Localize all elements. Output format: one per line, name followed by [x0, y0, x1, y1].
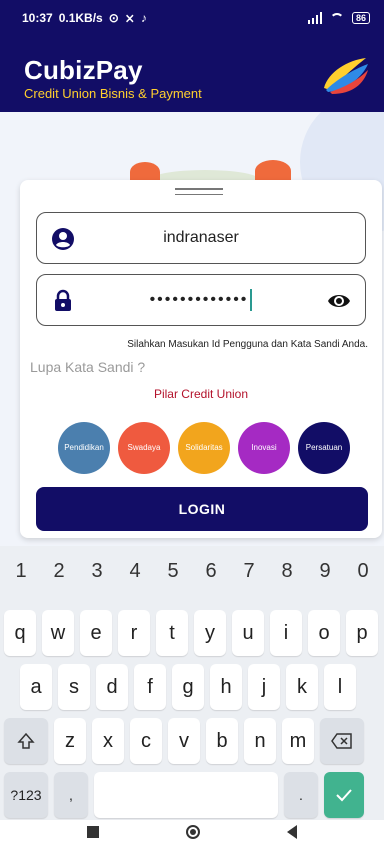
status-speed: 0.1KB/s — [58, 11, 103, 25]
key-h[interactable]: h — [210, 664, 242, 710]
key-p[interactable]: p — [346, 610, 378, 656]
check-icon — [336, 789, 352, 802]
key-0[interactable]: 0 — [347, 560, 379, 583]
username-field[interactable]: indranaser — [36, 212, 366, 264]
pilar-list: Pendidikan Swadaya Solidaritas Inovasi P… — [58, 422, 350, 474]
key-2[interactable]: 2 — [43, 560, 75, 583]
space-key[interactable] — [94, 772, 278, 818]
number-row: 1 2 3 4 5 6 7 8 9 0 — [0, 560, 384, 583]
key-b[interactable]: b — [206, 718, 238, 764]
decorative-shape — [255, 160, 291, 182]
key-9[interactable]: 9 — [309, 560, 341, 583]
shift-icon — [17, 732, 35, 749]
bluetooth-icon: ⨯ — [124, 11, 135, 25]
tiktok-icon: ♪ — [140, 11, 147, 25]
key-x[interactable]: x — [92, 718, 124, 764]
symbols-key[interactable]: ?123 — [4, 772, 48, 818]
key-z[interactable]: z — [54, 718, 86, 764]
pilar-persatuan[interactable]: Persatuan — [298, 422, 350, 474]
keyboard-row-1: q w e r t y u i o p — [0, 610, 384, 656]
cubizpay-logo-icon — [324, 58, 368, 94]
key-w[interactable]: w — [42, 610, 74, 656]
status-bar: 10:37 0.1KB/s ⊙ ⨯ ♪ 86 — [0, 0, 384, 36]
login-card: indranaser ••••••••••••• Silahkan Masuka… — [20, 180, 382, 538]
keyboard-row-2: a s d f g h j k l — [0, 664, 384, 710]
wifi-icon — [329, 13, 344, 23]
key-s[interactable]: s — [58, 664, 90, 710]
key-f[interactable]: f — [134, 664, 166, 710]
key-i[interactable]: i — [270, 610, 302, 656]
system-nav-bar — [0, 820, 384, 844]
key-d[interactable]: d — [96, 664, 128, 710]
drag-handle[interactable] — [175, 188, 223, 196]
key-r[interactable]: r — [118, 610, 150, 656]
user-icon — [52, 228, 74, 250]
key-y[interactable]: y — [194, 610, 226, 656]
battery-icon: 86 — [351, 12, 370, 24]
period-key[interactable]: . — [284, 772, 318, 818]
key-m[interactable]: m — [282, 718, 314, 764]
home-icon[interactable] — [186, 825, 200, 839]
keyboard-row-3: z x c v b n m — [0, 718, 384, 764]
key-c[interactable]: c — [130, 718, 162, 764]
login-hint: Silahkan Masukan Id Pengguna dan Kata Sa… — [127, 339, 368, 350]
login-button[interactable]: LOGIN — [36, 487, 368, 531]
key-1[interactable]: 1 — [5, 560, 37, 583]
app-title: CubizPay — [24, 55, 143, 85]
key-o[interactable]: o — [308, 610, 340, 656]
decorative-shape — [130, 162, 160, 182]
key-3[interactable]: 3 — [81, 560, 113, 583]
pilar-inovasi[interactable]: Inovasi — [238, 422, 290, 474]
comma-key[interactable]: , — [54, 772, 88, 818]
app-subtitle: Credit Union Bisnis & Payment — [24, 86, 202, 101]
key-u[interactable]: u — [232, 610, 264, 656]
key-5[interactable]: 5 — [157, 560, 189, 583]
signal-icon — [307, 12, 322, 24]
text-cursor — [250, 289, 253, 311]
pilar-title: Pilar Credit Union — [153, 387, 249, 401]
keyboard-row-4: ?123 , . — [0, 772, 384, 818]
key-j[interactable]: j — [248, 664, 280, 710]
password-value[interactable]: ••••••••••••• — [37, 289, 365, 311]
key-n[interactable]: n — [244, 718, 276, 764]
shift-key[interactable] — [4, 718, 48, 764]
pilar-pendidikan[interactable]: Pendidikan — [58, 422, 110, 474]
soft-keyboard: 1 2 3 4 5 6 7 8 9 0 q w e r t y u i o p … — [0, 546, 384, 820]
lock-icon — [55, 289, 71, 311]
forgot-password-link[interactable]: Lupa Kata Sandi ? — [30, 359, 145, 375]
username-value[interactable]: indranaser — [37, 229, 365, 247]
key-v[interactable]: v — [168, 718, 200, 764]
pilar-solidaritas[interactable]: Solidaritas — [178, 422, 230, 474]
key-4[interactable]: 4 — [119, 560, 151, 583]
key-q[interactable]: q — [4, 610, 36, 656]
key-g[interactable]: g — [172, 664, 204, 710]
key-a[interactable]: a — [20, 664, 52, 710]
key-6[interactable]: 6 — [195, 560, 227, 583]
key-7[interactable]: 7 — [233, 560, 265, 583]
app-bar: CubizPay Credit Union Bisnis & Payment — [0, 36, 384, 112]
password-field[interactable]: ••••••••••••• — [36, 274, 366, 326]
pilar-swadaya[interactable]: Swadaya — [118, 422, 170, 474]
recents-icon[interactable] — [87, 826, 99, 838]
alarm-icon: ⊙ — [108, 11, 119, 25]
backspace-key[interactable] — [320, 718, 364, 764]
key-t[interactable]: t — [156, 610, 188, 656]
backspace-icon — [331, 733, 352, 749]
key-l[interactable]: l — [324, 664, 356, 710]
key-e[interactable]: e — [80, 610, 112, 656]
key-8[interactable]: 8 — [271, 560, 303, 583]
top-bar: 10:37 0.1KB/s ⊙ ⨯ ♪ 86 CubizPay Credit U… — [0, 0, 384, 112]
eye-icon[interactable] — [327, 290, 351, 312]
status-time: 10:37 — [22, 11, 53, 25]
password-dots: ••••••••••••• — [149, 291, 249, 309]
enter-key[interactable] — [324, 772, 364, 818]
back-icon[interactable] — [287, 825, 297, 839]
key-k[interactable]: k — [286, 664, 318, 710]
